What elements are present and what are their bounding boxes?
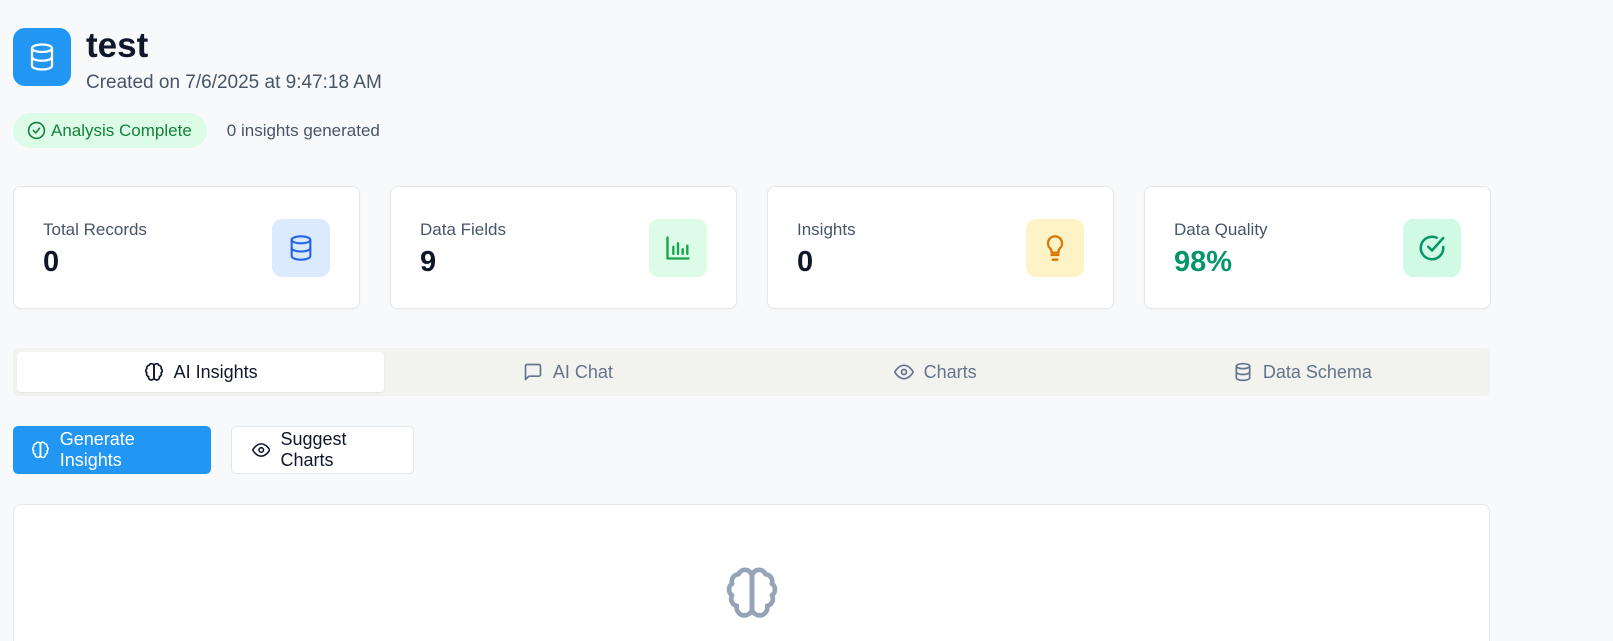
tab-ai-chat[interactable]: AI Chat bbox=[384, 352, 751, 392]
stat-label: Insights bbox=[797, 220, 856, 239]
lightbulb-icon bbox=[1026, 219, 1084, 277]
dataset-header: test Created on 7/6/2025 at 9:47:18 AM bbox=[13, 28, 382, 94]
brain-icon bbox=[144, 362, 163, 381]
stat-value: 0 bbox=[797, 246, 814, 278]
suggest-charts-button[interactable]: Suggest Charts bbox=[231, 426, 414, 474]
database-icon bbox=[1235, 362, 1251, 382]
status-badge-label: Analysis Complete bbox=[51, 120, 192, 140]
database-icon bbox=[272, 219, 330, 277]
tab-list: AI Insights AI Chat Charts Data Schema bbox=[13, 348, 1490, 396]
stat-value: 0 bbox=[43, 246, 60, 278]
database-icon bbox=[13, 28, 71, 86]
status-row: Analysis Complete 0 insights generated bbox=[13, 113, 380, 148]
stat-label: Data Fields bbox=[420, 220, 506, 239]
eye-icon bbox=[893, 364, 914, 380]
generate-insights-label: Generate Insights bbox=[59, 429, 135, 470]
stat-label: Data Quality bbox=[1174, 220, 1268, 239]
stat-card-insights: Insights 0 bbox=[767, 186, 1114, 309]
stat-value: 9 bbox=[420, 246, 437, 278]
bar-chart-icon bbox=[649, 219, 707, 277]
stat-card-data-quality: Data Quality 98% bbox=[1144, 186, 1491, 309]
brain-icon bbox=[724, 565, 780, 626]
stat-card-total-records: Total Records 0 bbox=[13, 186, 360, 309]
insights-count: 0 insights generated bbox=[226, 120, 380, 140]
created-date: Created on 7/6/2025 at 9:47:18 AM bbox=[86, 72, 382, 93]
tab-ai-insights[interactable]: AI Insights bbox=[17, 352, 385, 392]
stat-card-data-fields: Data Fields 9 bbox=[390, 186, 737, 309]
status-badge: Analysis Complete bbox=[13, 113, 207, 148]
page-title: test bbox=[86, 26, 149, 65]
tab-label: AI Insights bbox=[173, 361, 258, 382]
check-circle-icon bbox=[27, 121, 46, 140]
tab-label: Data Schema bbox=[1262, 361, 1372, 382]
tab-data-schema[interactable]: Data Schema bbox=[1119, 352, 1486, 392]
eye-icon bbox=[252, 443, 271, 457]
tab-charts[interactable]: Charts bbox=[752, 352, 1119, 392]
stat-cards: Total Records 0 Data Fields 9 Insights 0… bbox=[13, 186, 1491, 309]
tab-label: AI Chat bbox=[552, 361, 613, 382]
action-buttons: Generate Insights Suggest Charts bbox=[13, 426, 414, 474]
stat-label: Total Records bbox=[43, 220, 147, 239]
message-square-icon bbox=[524, 363, 542, 381]
tab-label: Charts bbox=[923, 361, 977, 382]
stat-value: 98% bbox=[1174, 246, 1233, 278]
check-circle-icon bbox=[1403, 219, 1461, 277]
generate-insights-button[interactable]: Generate Insights bbox=[13, 426, 211, 474]
suggest-charts-label: Suggest Charts bbox=[280, 429, 347, 470]
insights-panel bbox=[13, 504, 1490, 641]
brain-icon bbox=[31, 441, 49, 459]
dataset-page: test Created on 7/6/2025 at 9:47:18 AM A… bbox=[0, 0, 1613, 641]
